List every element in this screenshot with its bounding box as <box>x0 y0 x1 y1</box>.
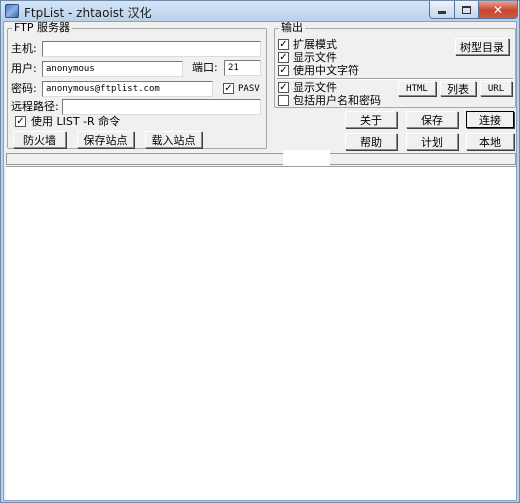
host-input[interactable] <box>42 41 261 57</box>
output-separator <box>277 78 513 80</box>
output-area[interactable] <box>6 166 516 500</box>
chinese-chars-label: 使用中文字符 <box>293 64 359 77</box>
html-button[interactable]: HTML <box>398 81 436 96</box>
help-button[interactable]: 帮助 <box>345 133 397 150</box>
close-button[interactable]: ✕ <box>478 1 518 19</box>
list-r-label: 使用 LIST -R 命令 <box>31 115 121 128</box>
include-user-label: 包括用户名和密码 <box>293 94 381 107</box>
port-input[interactable]: 21 <box>224 60 261 76</box>
show-files-2-checkbox[interactable]: ✓ <box>278 82 289 93</box>
user-input[interactable]: anonymous <box>42 61 183 77</box>
client-area: FTP 服务器 主机: 用户: anonymous 端口: 21 密码: ano… <box>3 21 517 501</box>
ftp-server-legend: FTP 服务器 <box>14 21 70 34</box>
app-icon <box>5 4 19 18</box>
show-files-label: 显示文件 <box>293 51 337 64</box>
tree-view-button[interactable]: 树型目录 <box>455 38 509 55</box>
title-bar[interactable]: FtpList - zhtaoist 汉化 ✕ <box>1 1 519 21</box>
list-r-checkbox[interactable]: ✓ <box>15 116 26 127</box>
load-site-button[interactable]: 载入站点 <box>145 131 202 148</box>
status-strip <box>6 153 516 165</box>
pasv-checkbox[interactable]: ✓ <box>223 83 234 94</box>
firewall-button[interactable]: 防火墙 <box>13 131 66 148</box>
expand-mode-checkbox[interactable]: ✓ <box>278 39 289 50</box>
remote-path-input[interactable] <box>62 99 261 115</box>
pasv-label: PASV <box>238 84 260 94</box>
chinese-chars-checkbox[interactable]: ✓ <box>278 65 289 76</box>
list-button[interactable]: 列表 <box>440 81 476 96</box>
output-legend: 输出 <box>281 21 303 34</box>
include-user-checkbox[interactable] <box>278 95 289 106</box>
expand-mode-label: 扩展模式 <box>293 38 337 51</box>
port-label: 端口: <box>192 61 218 74</box>
local-button[interactable]: 本地 <box>466 133 514 150</box>
close-icon: ✕ <box>492 2 504 17</box>
minimize-button[interactable] <box>429 1 455 19</box>
save-button[interactable]: 保存 <box>406 111 458 128</box>
maximize-icon <box>462 5 471 14</box>
schedule-button[interactable]: 计划 <box>406 133 458 150</box>
password-label: 密码: <box>11 82 37 95</box>
show-files-checkbox[interactable]: ✓ <box>278 52 289 63</box>
show-files-2-label: 显示文件 <box>293 81 337 94</box>
save-site-button[interactable]: 保存站点 <box>77 131 134 148</box>
user-label: 用户: <box>11 62 37 75</box>
host-label: 主机: <box>11 42 37 55</box>
maximize-button[interactable] <box>454 1 479 19</box>
password-input[interactable]: anonymous@ftplist.com <box>42 81 213 97</box>
url-button[interactable]: URL <box>480 81 512 96</box>
minimize-icon <box>438 11 446 14</box>
window-title: FtpList - zhtaoist 汉化 <box>24 6 152 20</box>
about-button[interactable]: 关于 <box>345 111 397 128</box>
connect-button[interactable]: 连接 <box>466 111 514 128</box>
remote-path-label: 远程路径: <box>11 100 59 113</box>
app-window: FtpList - zhtaoist 汉化 ✕ FTP 服务器 主机: 用户: … <box>0 0 520 503</box>
